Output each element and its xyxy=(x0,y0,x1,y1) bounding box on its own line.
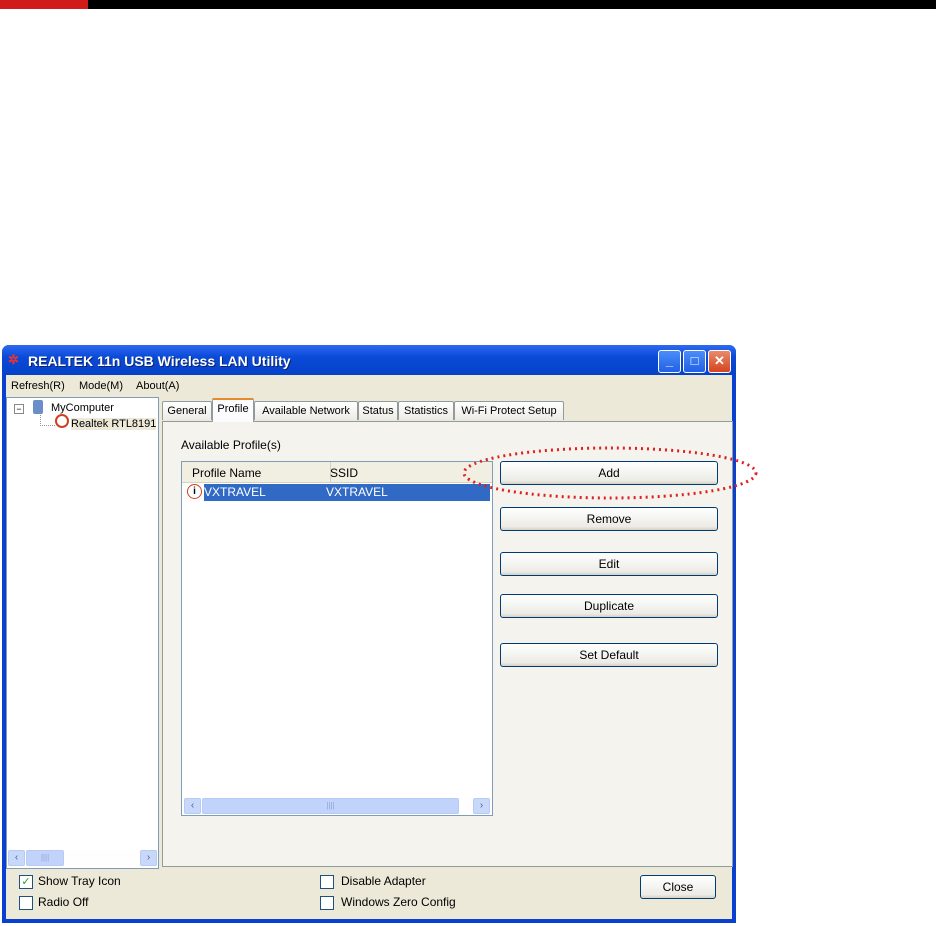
tab-status[interactable]: Status xyxy=(358,401,398,420)
windows-zero-config-label: Windows Zero Config xyxy=(341,895,456,909)
show-tray-icon-checkbox[interactable]: ✓ xyxy=(19,875,33,889)
tree-item-mycomputer[interactable]: MyComputer xyxy=(51,402,114,414)
duplicate-button[interactable]: Duplicate xyxy=(500,594,718,618)
profile-icon: i xyxy=(187,484,202,499)
minimize-button[interactable]: _ xyxy=(658,350,681,373)
close-window-button[interactable]: ✕ xyxy=(708,350,731,373)
scroll-thumb[interactable]: |||| xyxy=(26,850,64,866)
tree-connector xyxy=(40,415,55,426)
tab-general[interactable]: General xyxy=(162,401,212,420)
available-profiles-label: Available Profile(s) xyxy=(181,438,281,452)
maximize-button[interactable]: □ xyxy=(683,350,706,373)
windows-zero-config-checkbox[interactable] xyxy=(320,896,334,910)
ssid-cell: VXTRAVEL xyxy=(326,485,388,499)
table-row[interactable]: VXTRAVEL VXTRAVEL xyxy=(204,484,490,501)
header-black-bar xyxy=(88,0,936,9)
header-red-bar xyxy=(0,0,88,9)
radio-off-label: Radio Off xyxy=(38,895,89,909)
edit-button[interactable]: Edit xyxy=(500,552,718,576)
close-button[interactable]: Close xyxy=(640,875,716,899)
remove-button[interactable]: Remove xyxy=(500,507,718,531)
show-tray-icon-label: Show Tray Icon xyxy=(38,874,121,888)
tree-item-adapter[interactable]: Realtek RTL8191 xyxy=(71,418,157,430)
disable-adapter-checkbox[interactable] xyxy=(320,875,334,889)
highlight-ellipse xyxy=(462,446,758,500)
column-header-ssid[interactable]: SSID xyxy=(330,462,390,482)
radio-off-checkbox[interactable] xyxy=(19,896,33,910)
disable-adapter-label: Disable Adapter xyxy=(341,874,426,888)
title-bar[interactable]: ✲ REALTEK 11n USB Wireless LAN Utility _… xyxy=(2,345,736,375)
menu-refresh[interactable]: Refresh(R) xyxy=(11,380,65,392)
scroll-left-icon[interactable]: ‹ xyxy=(184,798,201,814)
column-header-profile-name[interactable]: Profile Name xyxy=(182,462,331,483)
scroll-right-icon[interactable]: › xyxy=(140,850,157,866)
profile-list: Profile Name SSID i VXTRAVEL VXTRAVEL ‹ … xyxy=(181,461,493,816)
utility-window: ✲ REALTEK 11n USB Wireless LAN Utility _… xyxy=(2,345,736,923)
profile-name-cell: VXTRAVEL xyxy=(204,485,266,499)
scroll-left-icon[interactable]: ‹ xyxy=(8,850,25,866)
tab-wifi-protect-setup[interactable]: Wi-Fi Protect Setup xyxy=(454,401,564,420)
collapse-icon[interactable]: − xyxy=(14,404,24,414)
scroll-thumb[interactable]: |||| xyxy=(202,798,459,814)
tab-statistics[interactable]: Statistics xyxy=(398,401,454,420)
tree-hscrollbar[interactable]: ‹ |||| › xyxy=(7,850,158,866)
list-hscrollbar[interactable]: ‹ |||| › xyxy=(183,798,491,814)
adapter-icon xyxy=(55,414,69,428)
tab-available-network[interactable]: Available Network xyxy=(254,401,358,420)
menu-mode[interactable]: Mode(M) xyxy=(79,380,123,392)
tab-profile[interactable]: Profile xyxy=(212,398,254,422)
menu-bar: Refresh(R) Mode(M) About(A) xyxy=(6,376,732,395)
app-icon: ✲ xyxy=(8,352,19,367)
computer-icon xyxy=(33,400,43,414)
menu-about[interactable]: About(A) xyxy=(136,380,179,392)
window-title: REALTEK 11n USB Wireless LAN Utility xyxy=(28,353,291,369)
device-tree: − MyComputer Realtek RTL8191 ‹ |||| › xyxy=(6,397,159,869)
scroll-right-icon[interactable]: › xyxy=(473,798,490,814)
set-default-button[interactable]: Set Default xyxy=(500,643,718,667)
